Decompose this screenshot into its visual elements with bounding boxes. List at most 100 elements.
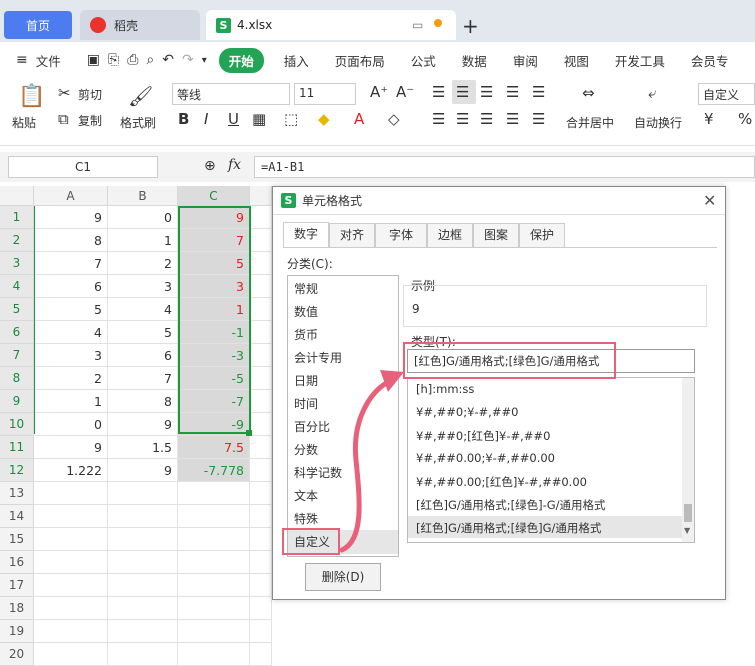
tab-font[interactable]: 字体 bbox=[375, 223, 427, 247]
align-right-icon[interactable]: ☰ bbox=[480, 110, 493, 128]
cell-a13[interactable] bbox=[34, 482, 108, 505]
column-header-d[interactable] bbox=[250, 186, 272, 206]
print-preview-icon[interactable]: ⌕ bbox=[146, 52, 154, 68]
italic-icon[interactable]: I bbox=[204, 110, 208, 128]
tab-number[interactable]: 数字 bbox=[283, 222, 329, 248]
type-item[interactable]: ¥#,##0;¥-#,##0 bbox=[416, 405, 518, 419]
type-list[interactable]: [h]:mm:ss ¥#,##0;¥-#,##0 ¥#,##0;[红色]¥-#,##… bbox=[407, 377, 695, 543]
row-header[interactable]: 6 bbox=[0, 321, 34, 344]
cell-b5[interactable]: 4 bbox=[108, 298, 178, 321]
cell-b10[interactable]: 9 bbox=[108, 413, 178, 436]
cell-a7[interactable]: 3 bbox=[34, 344, 108, 367]
cell-d11[interactable] bbox=[250, 436, 272, 459]
new-tab-button[interactable]: + bbox=[462, 14, 479, 38]
cell-b11[interactable]: 1.5 bbox=[108, 436, 178, 459]
cell-a14[interactable] bbox=[34, 505, 108, 528]
cell-c11[interactable]: 7.5 bbox=[178, 436, 250, 459]
cell-b3[interactable]: 2 bbox=[108, 252, 178, 275]
cell-c20[interactable] bbox=[178, 643, 250, 666]
cell-c10[interactable]: -9 bbox=[178, 413, 250, 436]
wrap-text-button[interactable]: 自动换行 bbox=[634, 114, 682, 131]
cell-a16[interactable] bbox=[34, 551, 108, 574]
menu-review[interactable]: 审阅 bbox=[513, 51, 538, 70]
category-item[interactable]: 货币 bbox=[294, 326, 318, 343]
paste-icon[interactable]: 📋 bbox=[18, 84, 45, 109]
cell-d2[interactable] bbox=[250, 229, 272, 252]
type-item[interactable]: ¥#,##0;[红色]¥-#,##0 bbox=[416, 428, 550, 444]
row-header[interactable]: 19 bbox=[0, 620, 34, 643]
cell-d13[interactable] bbox=[250, 482, 272, 505]
cell-b9[interactable]: 8 bbox=[108, 390, 178, 413]
cell-b12[interactable]: 9 bbox=[108, 459, 178, 482]
merge-center-button[interactable]: 合并居中 bbox=[566, 114, 614, 131]
format-painter-icon[interactable]: 🖌 bbox=[128, 84, 153, 108]
align-center-icon[interactable]: ☰ bbox=[456, 110, 469, 128]
cell-a10[interactable]: 0 bbox=[34, 413, 108, 436]
justify-icon[interactable]: ☰ bbox=[506, 110, 519, 128]
cell-d7[interactable] bbox=[250, 344, 272, 367]
cell-c14[interactable] bbox=[178, 505, 250, 528]
formula-input[interactable]: =A1-B1 bbox=[254, 156, 755, 178]
cell-c16[interactable] bbox=[178, 551, 250, 574]
delete-button[interactable]: 删除(D) bbox=[305, 563, 381, 591]
menu-member[interactable]: 会员专 bbox=[691, 51, 729, 70]
cell-d3[interactable] bbox=[250, 252, 272, 275]
cell-d4[interactable] bbox=[250, 275, 272, 298]
category-item[interactable]: 自定义 bbox=[294, 533, 330, 550]
cell-d15[interactable] bbox=[250, 528, 272, 551]
cell-b19[interactable] bbox=[108, 620, 178, 643]
tab-alignment[interactable]: 对齐 bbox=[329, 223, 375, 247]
print-icon[interactable]: ⎙ bbox=[127, 52, 138, 68]
cell-d5[interactable] bbox=[250, 298, 272, 321]
clear-icon[interactable]: ◇ bbox=[388, 110, 400, 128]
row-header[interactable]: 4 bbox=[0, 275, 34, 298]
type-item[interactable]: [红色]G/通用格式;[绿色]G/通用格式 bbox=[416, 520, 601, 536]
type-list-scrollbar[interactable]: ▼ bbox=[682, 378, 694, 542]
category-item[interactable]: 日期 bbox=[294, 372, 318, 389]
menu-data[interactable]: 数据 bbox=[462, 51, 487, 70]
cell-c9[interactable]: -7 bbox=[178, 390, 250, 413]
category-item[interactable]: 分数 bbox=[294, 441, 318, 458]
menu-file[interactable]: 文件 bbox=[36, 51, 61, 70]
name-box[interactable]: C1 bbox=[8, 156, 158, 178]
row-header[interactable]: 15 bbox=[0, 528, 34, 551]
borders-icon[interactable]: ▦ bbox=[252, 110, 266, 128]
cell-a20[interactable] bbox=[34, 643, 108, 666]
category-item[interactable]: 特殊 bbox=[294, 510, 318, 527]
row-header[interactable]: 9 bbox=[0, 390, 34, 413]
redo-icon[interactable]: ↷ bbox=[182, 52, 194, 68]
cell-c1[interactable]: 9 bbox=[178, 206, 250, 229]
cell-d10[interactable] bbox=[250, 413, 272, 436]
cell-d12[interactable] bbox=[250, 459, 272, 482]
decrease-font-icon[interactable]: A⁻ bbox=[396, 83, 414, 101]
paste-button[interactable]: 粘贴 bbox=[12, 114, 36, 131]
menu-page-layout[interactable]: 页面布局 bbox=[335, 51, 385, 70]
menu-insert[interactable]: 插入 bbox=[284, 51, 309, 70]
cell-d20[interactable] bbox=[250, 643, 272, 666]
fx-icon[interactable]: fx bbox=[228, 157, 241, 173]
font-color-icon[interactable]: A bbox=[354, 110, 364, 128]
cell-b16[interactable] bbox=[108, 551, 178, 574]
cell-style-icon[interactable]: ⬚ bbox=[284, 110, 298, 128]
bold-icon[interactable]: B bbox=[178, 110, 189, 128]
format-painter-button[interactable]: 格式刷 bbox=[120, 114, 156, 131]
number-format-select[interactable]: 自定义 bbox=[698, 83, 755, 105]
cell-c4[interactable]: 3 bbox=[178, 275, 250, 298]
row-header[interactable]: 16 bbox=[0, 551, 34, 574]
row-header[interactable]: 2 bbox=[0, 229, 34, 252]
cell-a1[interactable]: 9 bbox=[34, 206, 108, 229]
align-bottom-icon[interactable]: ☰ bbox=[480, 83, 493, 101]
copy-button[interactable]: 复制 bbox=[78, 112, 102, 129]
cell-b13[interactable] bbox=[108, 482, 178, 505]
menu-formulas[interactable]: 公式 bbox=[411, 51, 436, 70]
column-header-b[interactable]: B bbox=[108, 186, 178, 206]
row-header[interactable]: 12 bbox=[0, 459, 34, 482]
row-header[interactable]: 11 bbox=[0, 436, 34, 459]
type-item[interactable]: ¥#,##0.00;¥-#,##0.00 bbox=[416, 451, 555, 465]
tab-home[interactable]: 首页 bbox=[4, 11, 72, 39]
align-top-icon[interactable]: ☰ bbox=[432, 83, 445, 101]
align-middle-icon[interactable]: ☰ bbox=[456, 83, 469, 101]
cell-b14[interactable] bbox=[108, 505, 178, 528]
cell-a18[interactable] bbox=[34, 597, 108, 620]
cell-a5[interactable]: 5 bbox=[34, 298, 108, 321]
